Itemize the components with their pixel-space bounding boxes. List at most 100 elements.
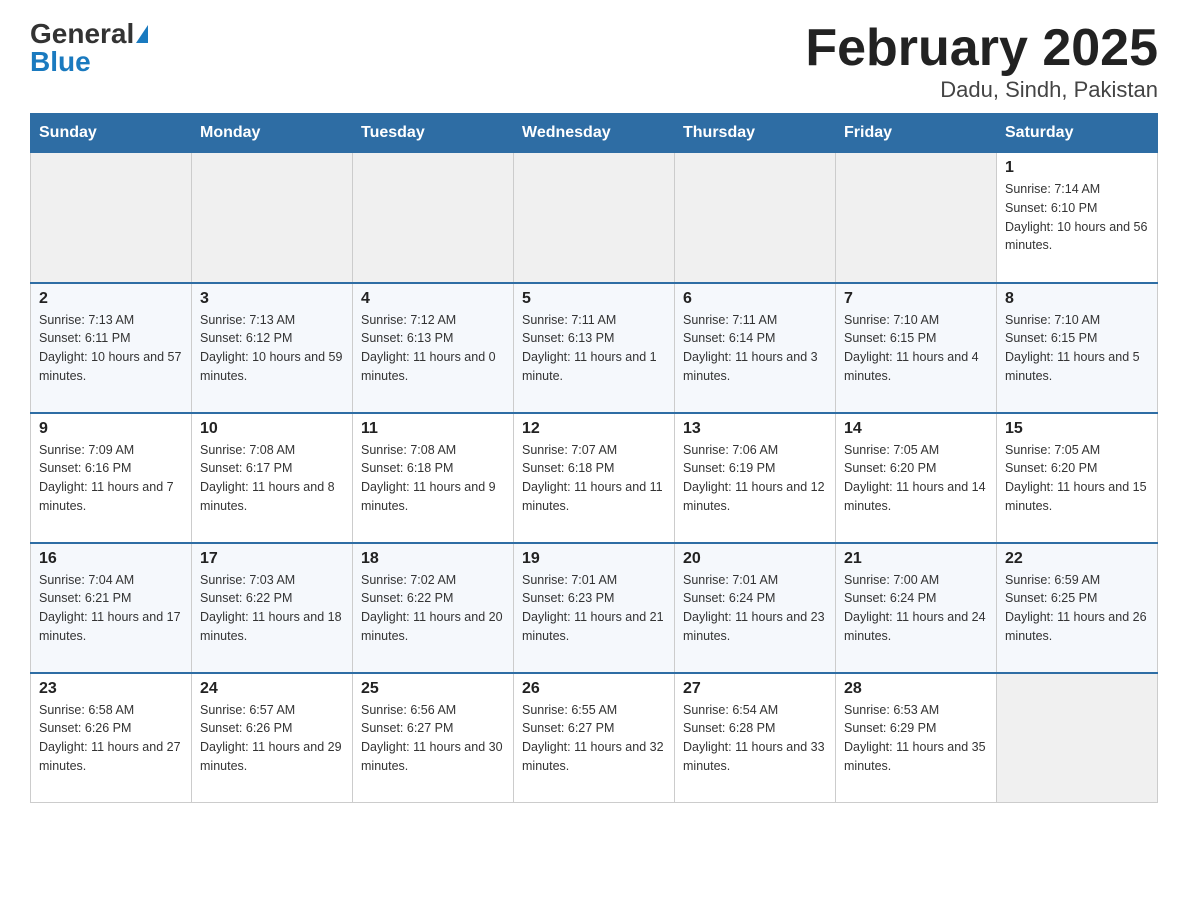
calendar-day-cell: 27 Sunrise: 6:54 AMSunset: 6:28 PMDayligh… xyxy=(675,673,836,803)
day-number: 3 xyxy=(200,290,344,308)
day-info: Sunrise: 7:03 AMSunset: 6:22 PMDaylight:… xyxy=(200,571,344,646)
day-info: Sunrise: 7:11 AMSunset: 6:14 PMDaylight:… xyxy=(683,311,827,386)
calendar-week-row: 1 Sunrise: 7:14 AMSunset: 6:10 PMDaylight… xyxy=(31,153,1158,283)
day-info: Sunrise: 6:53 AMSunset: 6:29 PMDaylight:… xyxy=(844,701,988,776)
day-info: Sunrise: 6:58 AMSunset: 6:26 PMDaylight:… xyxy=(39,701,183,776)
calendar-day-cell: 15Sunrise: 7:05 AMSunset: 6:20 PMDayligh… xyxy=(997,413,1158,543)
day-info: Sunrise: 7:10 AMSunset: 6:15 PMDaylight:… xyxy=(1005,311,1149,386)
page-header: General Blue February 2025 Dadu, Sindh, … xyxy=(30,20,1158,103)
calendar-day-cell: 25 Sunrise: 6:56 AMSunset: 6:27 PMDayligh… xyxy=(353,673,514,803)
calendar-day-cell: 21Sunrise: 7:00 AMSunset: 6:24 PMDayligh… xyxy=(836,543,997,673)
day-info: Sunrise: 7:01 AMSunset: 6:24 PMDaylight:… xyxy=(683,571,827,646)
day-number: 15 xyxy=(1005,420,1149,438)
calendar-day-cell: 8 Sunrise: 7:10 AMSunset: 6:15 PMDaylight… xyxy=(997,283,1158,413)
day-of-week-header: Friday xyxy=(836,114,997,153)
calendar-day-cell xyxy=(836,153,997,283)
calendar-day-cell xyxy=(997,673,1158,803)
calendar-day-cell: 6 Sunrise: 7:11 AMSunset: 6:14 PMDaylight… xyxy=(675,283,836,413)
calendar-day-cell xyxy=(675,153,836,283)
calendar-week-row: 2Sunrise: 7:13 AMSunset: 6:11 PMDaylight… xyxy=(31,283,1158,413)
day-of-week-header: Thursday xyxy=(675,114,836,153)
calendar-day-cell xyxy=(514,153,675,283)
day-info: Sunrise: 7:07 AMSunset: 6:18 PMDaylight:… xyxy=(522,441,666,516)
calendar-day-cell xyxy=(31,153,192,283)
day-number: 14 xyxy=(844,420,988,438)
calendar-day-cell: 24 Sunrise: 6:57 AMSunset: 6:26 PMDayligh… xyxy=(192,673,353,803)
calendar-day-cell: 9Sunrise: 7:09 AMSunset: 6:16 PMDaylight… xyxy=(31,413,192,543)
calendar-day-cell: 28 Sunrise: 6:53 AMSunset: 6:29 PMDayligh… xyxy=(836,673,997,803)
day-number: 16 xyxy=(39,550,183,568)
calendar-day-cell: 7 Sunrise: 7:10 AMSunset: 6:15 PMDaylight… xyxy=(836,283,997,413)
day-number: 26 xyxy=(522,680,666,698)
day-info: Sunrise: 6:59 AMSunset: 6:25 PMDaylight:… xyxy=(1005,571,1149,646)
calendar-table: SundayMondayTuesdayWednesdayThursdayFrid… xyxy=(30,113,1158,803)
day-number: 21 xyxy=(844,550,988,568)
calendar-day-cell: 20 Sunrise: 7:01 AMSunset: 6:24 PMDayligh… xyxy=(675,543,836,673)
day-number: 6 xyxy=(683,290,827,308)
calendar-day-cell: 3 Sunrise: 7:13 AMSunset: 6:12 PMDaylight… xyxy=(192,283,353,413)
day-info: Sunrise: 7:10 AMSunset: 6:15 PMDaylight:… xyxy=(844,311,988,386)
calendar-day-cell: 16 Sunrise: 7:04 AMSunset: 6:21 PMDayligh… xyxy=(31,543,192,673)
day-number: 17 xyxy=(200,550,344,568)
day-info: Sunrise: 7:05 AMSunset: 6:20 PMDaylight:… xyxy=(844,441,988,516)
day-number: 20 xyxy=(683,550,827,568)
day-info: Sunrise: 7:13 AMSunset: 6:11 PMDaylight:… xyxy=(39,311,183,386)
day-number: 11 xyxy=(361,420,505,438)
logo: General Blue xyxy=(30,20,148,76)
calendar-day-cell: 23 Sunrise: 6:58 AMSunset: 6:26 PMDayligh… xyxy=(31,673,192,803)
calendar-day-cell: 10 Sunrise: 7:08 AMSunset: 6:17 PMDayligh… xyxy=(192,413,353,543)
day-info: Sunrise: 7:09 AMSunset: 6:16 PMDaylight:… xyxy=(39,441,183,516)
calendar-day-cell xyxy=(353,153,514,283)
logo-general-text: General xyxy=(30,20,134,48)
day-number: 22 xyxy=(1005,550,1149,568)
day-info: Sunrise: 6:56 AMSunset: 6:27 PMDaylight:… xyxy=(361,701,505,776)
day-number: 24 xyxy=(200,680,344,698)
calendar-week-row: 23 Sunrise: 6:58 AMSunset: 6:26 PMDayligh… xyxy=(31,673,1158,803)
calendar-day-cell: 26 Sunrise: 6:55 AMSunset: 6:27 PMDayligh… xyxy=(514,673,675,803)
day-info: Sunrise: 7:06 AMSunset: 6:19 PMDaylight:… xyxy=(683,441,827,516)
day-info: Sunrise: 7:08 AMSunset: 6:17 PMDaylight:… xyxy=(200,441,344,516)
calendar-header-row: SundayMondayTuesdayWednesdayThursdayFrid… xyxy=(31,114,1158,153)
calendar-week-row: 16 Sunrise: 7:04 AMSunset: 6:21 PMDayligh… xyxy=(31,543,1158,673)
day-info: Sunrise: 7:14 AMSunset: 6:10 PMDaylight:… xyxy=(1005,180,1149,255)
logo-blue-text: Blue xyxy=(30,48,91,76)
day-number: 23 xyxy=(39,680,183,698)
day-info: Sunrise: 6:57 AMSunset: 6:26 PMDaylight:… xyxy=(200,701,344,776)
day-number: 10 xyxy=(200,420,344,438)
day-info: Sunrise: 7:08 AMSunset: 6:18 PMDaylight:… xyxy=(361,441,505,516)
day-number: 12 xyxy=(522,420,666,438)
day-of-week-header: Monday xyxy=(192,114,353,153)
calendar-day-cell: 2Sunrise: 7:13 AMSunset: 6:11 PMDaylight… xyxy=(31,283,192,413)
day-number: 4 xyxy=(361,290,505,308)
calendar-day-cell: 22 Sunrise: 6:59 AMSunset: 6:25 PMDayligh… xyxy=(997,543,1158,673)
calendar-day-cell xyxy=(192,153,353,283)
day-of-week-header: Wednesday xyxy=(514,114,675,153)
day-number: 28 xyxy=(844,680,988,698)
day-number: 7 xyxy=(844,290,988,308)
day-number: 27 xyxy=(683,680,827,698)
day-info: Sunrise: 7:11 AMSunset: 6:13 PMDaylight:… xyxy=(522,311,666,386)
day-info: Sunrise: 7:13 AMSunset: 6:12 PMDaylight:… xyxy=(200,311,344,386)
logo-triangle-icon xyxy=(136,25,148,43)
calendar-week-row: 9Sunrise: 7:09 AMSunset: 6:16 PMDaylight… xyxy=(31,413,1158,543)
calendar-day-cell: 1 Sunrise: 7:14 AMSunset: 6:10 PMDaylight… xyxy=(997,153,1158,283)
day-info: Sunrise: 6:54 AMSunset: 6:28 PMDaylight:… xyxy=(683,701,827,776)
day-info: Sunrise: 7:12 AMSunset: 6:13 PMDaylight:… xyxy=(361,311,505,386)
calendar-day-cell: 12 Sunrise: 7:07 AMSunset: 6:18 PMDayligh… xyxy=(514,413,675,543)
day-info: Sunrise: 7:04 AMSunset: 6:21 PMDaylight:… xyxy=(39,571,183,646)
calendar-title: February 2025 xyxy=(805,20,1158,77)
day-of-week-header: Tuesday xyxy=(353,114,514,153)
day-info: Sunrise: 6:55 AMSunset: 6:27 PMDaylight:… xyxy=(522,701,666,776)
day-of-week-header: Sunday xyxy=(31,114,192,153)
calendar-day-cell: 5 Sunrise: 7:11 AMSunset: 6:13 PMDaylight… xyxy=(514,283,675,413)
day-number: 25 xyxy=(361,680,505,698)
calendar-day-cell: 11 Sunrise: 7:08 AMSunset: 6:18 PMDayligh… xyxy=(353,413,514,543)
calendar-day-cell: 4 Sunrise: 7:12 AMSunset: 6:13 PMDaylight… xyxy=(353,283,514,413)
title-section: February 2025 Dadu, Sindh, Pakistan xyxy=(805,20,1158,103)
day-number: 19 xyxy=(522,550,666,568)
day-number: 13 xyxy=(683,420,827,438)
day-number: 1 xyxy=(1005,159,1149,177)
calendar-subtitle: Dadu, Sindh, Pakistan xyxy=(805,77,1158,103)
day-number: 5 xyxy=(522,290,666,308)
day-number: 8 xyxy=(1005,290,1149,308)
